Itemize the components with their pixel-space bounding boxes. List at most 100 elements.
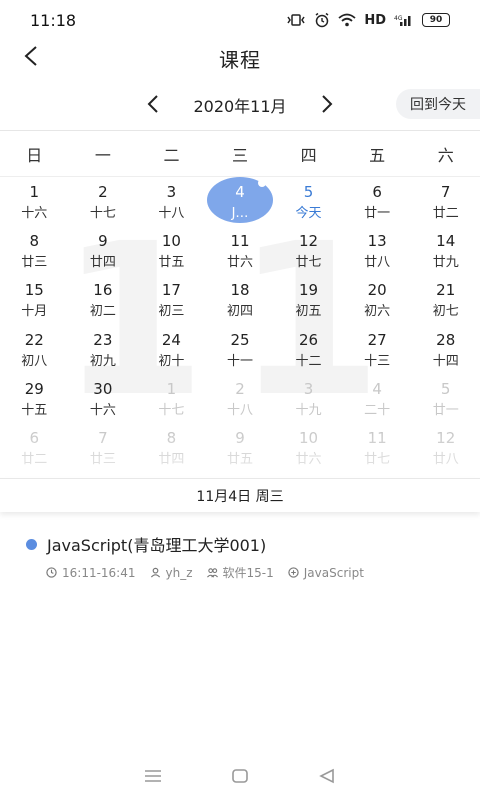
lunar-date: 廿七	[295, 255, 322, 271]
lunar-date: 十月	[21, 304, 48, 320]
day-number: 17	[161, 281, 181, 300]
calendar-day[interactable]: 10 廿六	[274, 423, 343, 472]
calendar-day[interactable]: 7 廿三	[69, 423, 138, 472]
calendar-day[interactable]: 18 初四	[206, 275, 275, 324]
home-button[interactable]	[225, 761, 255, 791]
menu-icon	[145, 770, 162, 782]
day-number: 2	[235, 379, 245, 398]
calendar-day[interactable]: 22 初八	[0, 325, 69, 374]
lunar-date: 廿八	[364, 255, 391, 271]
calendar-day[interactable]: 27 十三	[343, 325, 412, 374]
calendar-day[interactable]: 20 初六	[343, 275, 412, 324]
day-number: 3	[166, 183, 177, 201]
lunar-date: 廿一	[364, 206, 391, 221]
person-icon	[150, 567, 160, 578]
calendar-day[interactable]: 19 初五	[274, 275, 343, 324]
signal-icon: 4G	[394, 13, 414, 27]
weekday-label: 二	[163, 145, 180, 165]
calendar-day[interactable]: 6 廿一	[343, 177, 412, 226]
prev-month-button[interactable]	[142, 90, 164, 118]
menu-button[interactable]	[138, 761, 168, 791]
lunar-date: 廿二	[21, 451, 48, 467]
home-square-icon	[232, 769, 248, 783]
calendar-day[interactable]: 1 十六	[0, 177, 69, 226]
lunar-date: 廿六	[226, 255, 253, 271]
calendar-day[interactable]: 26 十二	[274, 325, 343, 374]
day-number: 27	[367, 330, 387, 349]
calendar-day[interactable]: 23 初九	[69, 325, 138, 374]
calendar-day[interactable]: 6 廿二	[0, 423, 69, 472]
calendar-day[interactable]: 11 廿六	[206, 226, 275, 275]
day-number: 8	[166, 428, 177, 447]
calendar-day[interactable]: 2 十七	[69, 177, 138, 226]
calendar-day[interactable]: 10 廿五	[137, 226, 206, 275]
calendar-day[interactable]: 9 廿五	[206, 423, 275, 472]
back-nav-button[interactable]	[312, 761, 342, 791]
month-label: 2020年11月	[193, 97, 287, 116]
title-bar: 课程	[0, 36, 480, 76]
day-number: 6	[372, 183, 382, 201]
lunar-date: 十二	[295, 353, 322, 369]
status-time: 11:18	[30, 10, 77, 30]
lunar-date: 十八	[158, 206, 185, 221]
course-teacher: yh_z	[150, 564, 193, 581]
svg-text:4G: 4G	[394, 15, 403, 22]
calendar-day[interactable]: 8 廿三	[0, 226, 69, 275]
calendar-day[interactable]: 30 十六	[69, 374, 138, 423]
calendar-day[interactable]: 3 十八	[137, 177, 206, 226]
lunar-date: 廿三	[89, 451, 116, 467]
vibrate-icon	[286, 13, 306, 27]
lunar-date: 十八	[226, 402, 253, 418]
calendar-day[interactable]: 17 初三	[137, 275, 206, 324]
calendar-day[interactable]: 1 十七	[137, 374, 206, 423]
course-item[interactable]: JavaScript(青岛理工大学001) 16:11-16:41 yh_z 软…	[26, 532, 466, 581]
lunar-date: 廿一	[432, 402, 459, 418]
calendar-day[interactable]: 24 初十	[137, 325, 206, 374]
calendar-day[interactable]: 12 廿七	[274, 226, 343, 275]
day-number: 8	[29, 232, 40, 251]
lunar-date: 廿四	[158, 451, 185, 467]
lunar-date: 十五	[21, 402, 48, 418]
day-number: 29	[24, 379, 44, 398]
day-number: 26	[299, 330, 319, 349]
day-number: 1	[29, 183, 40, 201]
course-subject-text: JavaScript	[303, 565, 364, 580]
day-number: 10	[299, 428, 319, 447]
calendar-day[interactable]: 8 廿四	[137, 423, 206, 472]
calendar-day[interactable]: 21 初七	[411, 275, 480, 324]
lunar-date: 廿九	[432, 255, 459, 271]
calendar-day[interactable]: 25 十一	[206, 325, 275, 374]
day-number: 24	[161, 330, 181, 349]
calendar-day[interactable]: 28 十四	[411, 325, 480, 374]
calendar-day[interactable]: 15 十月	[0, 275, 69, 324]
calendar-day[interactable]: 5 今天	[274, 177, 343, 226]
back-to-today-button[interactable]: 回到今天	[396, 89, 480, 119]
chevron-right-icon	[322, 95, 333, 113]
next-month-button[interactable]	[316, 90, 338, 118]
calendar-day[interactable]: 12 廿八	[411, 423, 480, 472]
course-teacher-text: yh_z	[165, 565, 193, 580]
calendar-day[interactable]: 2 十八	[206, 374, 275, 423]
course-title-row[interactable]: JavaScript(青岛理工大学001)	[26, 532, 466, 556]
calendar-day[interactable]: 16 初二	[69, 275, 138, 324]
lunar-date: 廿五	[226, 451, 253, 467]
calendar-day[interactable]: 29 十五	[0, 374, 69, 423]
calendar-day[interactable]: 4 二十	[343, 374, 412, 423]
calendar-day[interactable]: 4 J…	[206, 177, 275, 226]
wifi-icon	[338, 13, 356, 27]
lunar-date: 二十	[364, 402, 391, 418]
day-number: 11	[230, 232, 250, 251]
calendar-day[interactable]: 7 廿二	[411, 177, 480, 226]
calendar-day[interactable]: 5 廿一	[411, 374, 480, 423]
clock-icon	[46, 567, 57, 578]
calendar-day[interactable]: 13 廿八	[343, 226, 412, 275]
course-color-dot	[26, 538, 37, 550]
network-hd-label: HD	[364, 12, 386, 28]
calendar-day[interactable]: 14 廿九	[411, 226, 480, 275]
calendar-day[interactable]: 3 十九	[274, 374, 343, 423]
calendar-day[interactable]: 11 廿七	[343, 423, 412, 472]
calendar-day[interactable]: 9 廿四	[69, 226, 138, 275]
day-number: 1	[166, 379, 177, 398]
lunar-date: 十六	[89, 402, 116, 418]
weekday-label: 三	[232, 145, 249, 165]
